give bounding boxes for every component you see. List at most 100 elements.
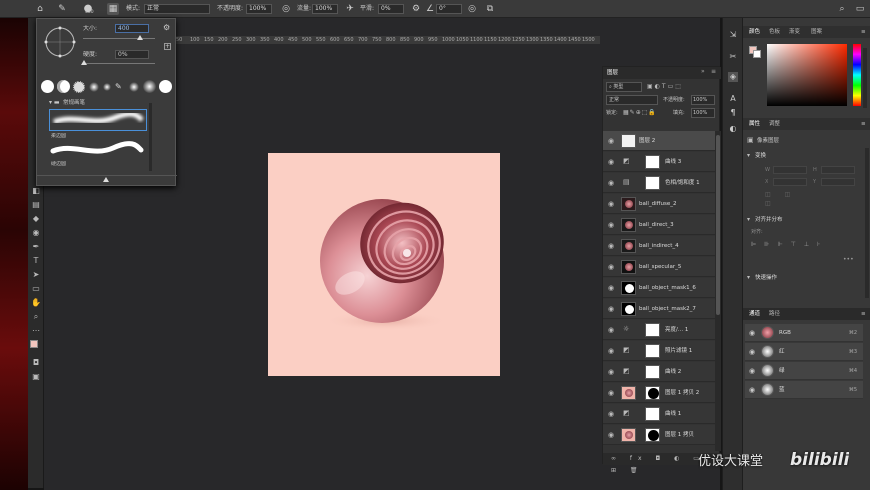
mode-select[interactable]: 正常	[144, 4, 210, 14]
angle-icon[interactable]: ∠	[424, 3, 436, 15]
background-color-chip[interactable]	[753, 50, 761, 58]
visibility-eye-icon[interactable]: ◉	[607, 137, 615, 145]
layer-thumbnail[interactable]	[621, 281, 636, 295]
smoothing-input[interactable]: 0%	[378, 4, 404, 14]
recent-brush-7-icon[interactable]	[129, 82, 139, 92]
blend-mode-select[interactable]: 正常	[606, 95, 658, 105]
preset-list-scrollbar[interactable]	[149, 103, 152, 171]
workspace-icon[interactable]: ▭	[854, 3, 866, 15]
visibility-eye-icon[interactable]: ◉	[607, 242, 615, 250]
layer-thumbnail[interactable]	[621, 386, 636, 400]
visibility-eye-icon[interactable]: ◉	[607, 347, 615, 355]
panel-menu-icon[interactable]: ≡	[861, 120, 866, 128]
layer-mask-thumbnail[interactable]	[645, 344, 660, 358]
tab-adjustments[interactable]: 调整	[769, 120, 780, 128]
hue-slider[interactable]	[853, 44, 861, 106]
layer-row[interactable]: ◉ ball_indirect_4	[603, 236, 715, 256]
layer-row[interactable]: ◉ ◩ 曲线 3	[603, 152, 715, 172]
eraser-tool-icon[interactable]: ◧	[31, 186, 41, 196]
more-tools-icon[interactable]: ⋯	[31, 326, 41, 336]
chevron-down-icon[interactable]: ▾	[747, 274, 750, 281]
layer-thumbnail[interactable]	[621, 302, 636, 316]
filter-icons[interactable]: ▣◐T▭⬚	[647, 82, 709, 92]
layer-row[interactable]: ◉ ball_object_mask2_7	[603, 299, 715, 319]
visibility-eye-icon[interactable]: ◉	[749, 329, 755, 337]
tab-properties[interactable]: 属性	[749, 120, 760, 128]
layer-row[interactable]: ◉ 图层 1 拷贝 2	[603, 383, 715, 403]
visibility-eye-icon[interactable]: ◉	[607, 158, 615, 166]
visibility-eye-icon[interactable]: ◉	[749, 367, 755, 375]
fill-input[interactable]: 100%	[691, 108, 715, 118]
type-tool-icon[interactable]: T	[31, 256, 41, 266]
zoom-tool-icon[interactable]: ⌕	[31, 312, 41, 322]
size-input[interactable]: 400	[115, 24, 149, 33]
recent-brush-6-icon[interactable]: ✎	[115, 82, 125, 92]
paragraph-icon[interactable]: ¶	[728, 108, 738, 118]
visibility-eye-icon[interactable]: ◉	[607, 326, 615, 334]
recent-brush-4-icon[interactable]	[89, 82, 99, 92]
settings-gear-icon[interactable]: ⚙	[163, 24, 170, 32]
hardness-slider-handle[interactable]	[81, 60, 87, 65]
more-icon[interactable]: •••	[843, 256, 854, 263]
angle-input[interactable]: 0°	[436, 4, 462, 14]
layer-row[interactable]: ◉ ball_specular_5	[603, 257, 715, 277]
hardness-slider[interactable]	[83, 63, 155, 64]
rectangle-tool-icon[interactable]: ▭	[31, 284, 41, 294]
color-scrollbar[interactable]	[863, 48, 867, 108]
layer-row[interactable]: ◉ ball_object_mask1_6	[603, 278, 715, 298]
brush-soft-round[interactable]	[49, 109, 147, 131]
hardness-input[interactable]: 0%	[115, 50, 149, 59]
airbrush-icon[interactable]: ✈	[344, 3, 356, 15]
recent-brush-3-icon[interactable]	[73, 81, 85, 93]
home-icon[interactable]: ⌂	[34, 3, 46, 15]
y-input[interactable]	[821, 178, 855, 186]
properties-scrollbar[interactable]	[865, 148, 869, 298]
transform-icons[interactable]: ◫◫ ◫	[765, 190, 855, 210]
opacity-input[interactable]: 100%	[246, 4, 272, 14]
layer-row[interactable]: ◉ 图层 2	[603, 131, 715, 151]
layer-row[interactable]: ◉ 图层 1 拷贝	[603, 425, 715, 445]
visibility-eye-icon[interactable]: ◉	[607, 368, 615, 376]
new-preset-icon[interactable]: +	[164, 43, 171, 50]
visibility-eye-icon[interactable]: ◉	[749, 348, 755, 356]
flow-input[interactable]: 100%	[312, 4, 338, 14]
collapse-icon[interactable]: »	[701, 68, 705, 75]
tab-gradients[interactable]: 渐变	[789, 28, 800, 36]
layer-mask-thumbnail[interactable]	[645, 155, 660, 169]
tab-layers[interactable]: 图层	[607, 69, 618, 77]
foreground-color-swatch[interactable]	[30, 340, 38, 348]
visibility-eye-icon[interactable]: ◉	[607, 221, 615, 229]
layer-row[interactable]: ◉ ☼ 亮度/... 1	[603, 320, 715, 340]
gradient-tool-icon[interactable]: ▤	[31, 200, 41, 210]
panel-menu-icon[interactable]: ≡	[711, 68, 716, 75]
channel-row[interactable]: ◉ 蓝 ⌘5	[745, 381, 863, 399]
visibility-eye-icon[interactable]: ◉	[607, 431, 615, 439]
tab-channels[interactable]: 通道	[749, 310, 760, 318]
channel-row[interactable]: ◉ 绿 ⌘4	[745, 362, 863, 380]
filter-kind-select[interactable]: ⌕ 类型	[606, 82, 642, 92]
path-select-tool-icon[interactable]: ➤	[31, 270, 41, 280]
dodge-tool-icon[interactable]: ◉	[31, 228, 41, 238]
layer-thumbnail[interactable]	[621, 218, 636, 232]
tool-presets-icon[interactable]: ✂	[728, 52, 738, 62]
layer-thumbnail[interactable]	[621, 239, 636, 253]
lock-icons[interactable]: ▦✎⊕⬚🔒	[623, 108, 657, 118]
x-input[interactable]	[773, 178, 807, 186]
brush-angle-preview-icon[interactable]	[43, 25, 77, 59]
resize-handle[interactable]	[103, 177, 109, 182]
layer-row[interactable]: ◉ ball_direct_3	[603, 215, 715, 235]
size-slider[interactable]	[83, 38, 155, 39]
channel-row[interactable]: ◉ 红 ⌘3	[745, 343, 863, 361]
channel-row[interactable]: ◉ RGB ⌘2	[745, 324, 863, 342]
tab-color[interactable]: 颜色	[749, 28, 760, 36]
symmetry-icon[interactable]: ⧉	[484, 3, 496, 15]
recent-brush-hard-icon[interactable]	[41, 80, 54, 93]
layer-mask-thumbnail[interactable]	[645, 323, 660, 337]
document-canvas[interactable]	[268, 153, 500, 376]
visibility-eye-icon[interactable]: ◉	[607, 284, 615, 292]
layer-mask-thumbnail[interactable]	[645, 365, 660, 379]
visibility-eye-icon[interactable]: ◉	[749, 386, 755, 394]
pressure-size-icon[interactable]: ◎	[466, 3, 478, 15]
smoothing-settings-icon[interactable]: ⚙	[410, 3, 422, 15]
layer-row[interactable]: ◉ ball_diffuse_2	[603, 194, 715, 214]
